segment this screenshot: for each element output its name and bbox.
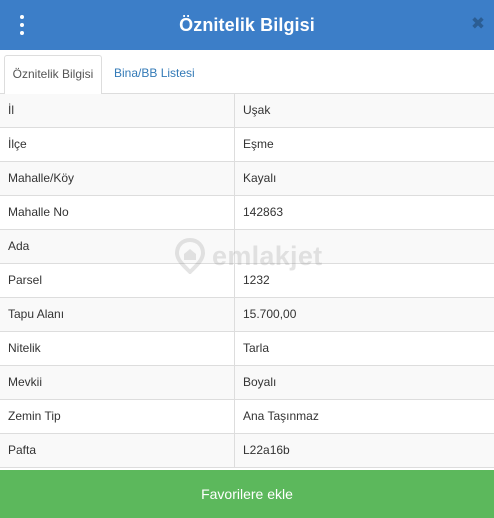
- table-row: Pafta L22a16b: [0, 434, 494, 468]
- table-row: Tapu Alanı 15.700,00: [0, 298, 494, 332]
- attribute-value: Uşak: [243, 103, 271, 117]
- attribute-label: Mahalle/Köy: [0, 162, 235, 195]
- table-row: Zemin Tip Ana Taşınmaz: [0, 400, 494, 434]
- attribute-value: Eşme: [243, 137, 274, 151]
- table-row: Nitelik Tarla: [0, 332, 494, 366]
- add-to-favorites-button[interactable]: Favorilere ekle: [0, 470, 494, 518]
- attribute-value: 15.700,00: [243, 307, 297, 321]
- attribute-value: Boyalı: [243, 375, 277, 389]
- attribute-value: L22a16b: [243, 443, 290, 457]
- table-row: Mahalle No 142863: [0, 196, 494, 230]
- attribute-label: Parsel: [0, 264, 235, 297]
- vertical-ellipsis-icon: [20, 15, 24, 19]
- attribute-value: 1232: [243, 273, 270, 287]
- attribute-label: Pafta: [0, 434, 235, 467]
- table-row: Mevkii Boyalı: [0, 366, 494, 400]
- attribute-label: Mahalle No: [0, 196, 235, 229]
- attribute-label: Tapu Alanı: [0, 298, 235, 331]
- menu-button[interactable]: [14, 15, 30, 35]
- dialog-header: Öznitelik Bilgisi ✖: [0, 0, 494, 50]
- attribute-value: Tarla: [243, 341, 270, 355]
- table-row: Parsel 1232: [0, 264, 494, 298]
- attribute-label: Nitelik: [0, 332, 235, 365]
- attribute-label: İlçe: [0, 128, 235, 161]
- close-icon[interactable]: ✖: [470, 15, 486, 33]
- attribute-value: [235, 230, 494, 263]
- attribute-value: 142863: [243, 205, 284, 219]
- dialog-title: Öznitelik Bilgisi: [179, 14, 315, 35]
- table-row: İl Uşak: [0, 94, 494, 128]
- attribute-label: Mevkii: [0, 366, 235, 399]
- table-row: Mahalle/Köy Kayalı: [0, 162, 494, 196]
- attribute-table: İl Uşak İlçe Eşme Mahalle/Köy Kayalı Mah…: [0, 94, 494, 468]
- attribute-label: Zemin Tip: [0, 400, 235, 433]
- attribute-value: Ana Taşınmaz: [243, 409, 319, 423]
- table-row: Ada: [0, 230, 494, 264]
- attribute-label: Ada: [0, 230, 235, 263]
- attribute-value: Kayalı: [243, 171, 277, 185]
- table-row: İlçe Eşme: [0, 128, 494, 162]
- tab-bar: Öznitelik Bilgisi Bina/BB Listesi: [0, 50, 494, 95]
- tab-attribute-info[interactable]: Öznitelik Bilgisi: [4, 55, 102, 95]
- attribute-label: İl: [0, 94, 235, 127]
- tab-building-list[interactable]: Bina/BB Listesi: [106, 55, 203, 94]
